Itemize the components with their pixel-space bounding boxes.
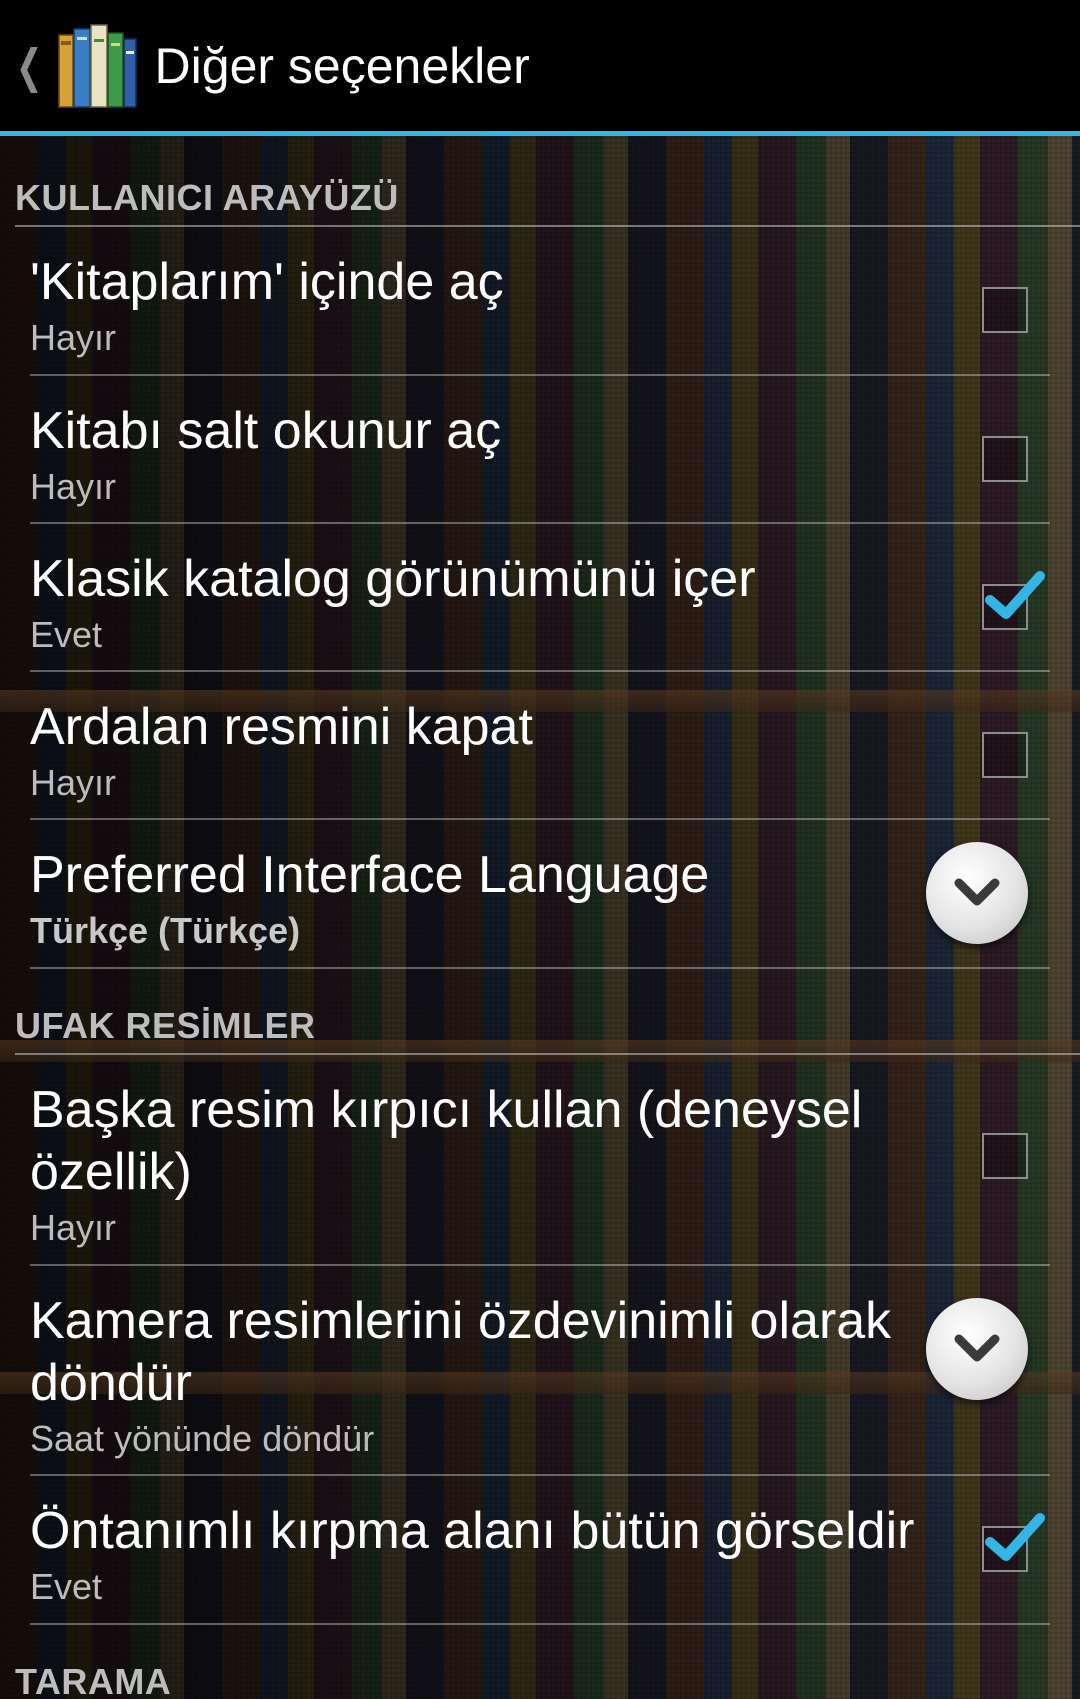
pref-title: Klasik katalog görünümünü içer	[30, 550, 756, 608]
category-user-interface: KULLANICI ARAYÜZÜ	[15, 141, 1080, 227]
category-title: TARAMA	[15, 1661, 172, 1699]
checkbox-unchecked[interactable]	[982, 732, 1028, 778]
pref-summary: Hayır	[30, 317, 117, 358]
pref-open-in-my-books[interactable]: 'Kitaplarım' içinde aç Hayır	[30, 227, 1050, 376]
action-bar-title: Diğer seçenekler	[154, 37, 530, 94]
check-mark-icon	[985, 571, 1045, 619]
check-mark-icon	[985, 1513, 1045, 1561]
action-bar: ❮ Diğer seçenekler	[0, 0, 1080, 136]
pref-summary: Hayır	[30, 1207, 117, 1248]
pref-alternative-image-cropper[interactable]: Başka resim kırpıcı kullan (deneysel öze…	[30, 1055, 1050, 1266]
category-scanning: TARAMA	[15, 1625, 1080, 1699]
chevron-down-icon	[954, 878, 1000, 906]
pref-title: Kamera resimlerini özdevinimli olarak dö…	[30, 1292, 892, 1412]
checkbox-checked[interactable]	[982, 571, 1045, 630]
chevron-down-icon	[954, 1334, 1000, 1362]
checkbox-unchecked[interactable]	[982, 287, 1028, 333]
pref-title: Ardalan resmini kapat	[30, 698, 533, 756]
pref-summary: Evet	[30, 614, 103, 655]
category-title: UFAK RESİMLER	[15, 1005, 316, 1046]
dropdown-button[interactable]	[926, 842, 1028, 944]
books-app-icon	[57, 23, 137, 108]
pref-title: Preferred Interface Language	[30, 846, 710, 904]
preference-list: KULLANICI ARAYÜZÜ 'Kitaplarım' içinde aç…	[0, 141, 1080, 1699]
dropdown-button[interactable]	[926, 1298, 1028, 1400]
pref-summary: Türkçe (Türkçe)	[30, 910, 301, 951]
pref-title: Başka resim kırpıcı kullan (deneysel öze…	[30, 1081, 863, 1201]
screen: ❮ Diğer seçenekler KULLANICI ARAYÜZÜ 'Ki…	[0, 0, 1080, 1699]
pref-title: 'Kitaplarım' içinde aç	[30, 253, 504, 311]
checkbox-checked[interactable]	[982, 1513, 1045, 1572]
pref-open-read-only[interactable]: Kitabı salt okunur aç Hayır	[30, 376, 1050, 524]
chevron-left-icon: ❮	[15, 38, 43, 93]
pref-summary: Hayır	[30, 762, 117, 803]
pref-classic-catalog-view[interactable]: Klasik katalog görünümünü içer Evet	[30, 524, 1050, 672]
pref-auto-rotate-camera-images[interactable]: Kamera resimlerini özdevinimli olarak dö…	[30, 1266, 1050, 1476]
pref-default-crop-full-image[interactable]: Öntanımlı kırpma alanı bütün görseldir E…	[30, 1476, 1050, 1625]
pref-summary: Evet	[30, 1566, 103, 1607]
pref-title: Öntanımlı kırpma alanı bütün görseldir	[30, 1502, 915, 1560]
pref-disable-background-image[interactable]: Ardalan resmini kapat Hayır	[30, 672, 1050, 820]
pref-summary: Hayır	[30, 466, 117, 507]
category-thumbnails: UFAK RESİMLER	[15, 969, 1080, 1055]
checkbox-unchecked[interactable]	[982, 1133, 1028, 1179]
checkbox-unchecked[interactable]	[982, 436, 1028, 482]
up-navigation-button[interactable]: ❮	[0, 0, 141, 131]
category-title: KULLANICI ARAYÜZÜ	[15, 177, 399, 218]
pref-title: Kitabı salt okunur aç	[30, 402, 502, 460]
pref-interface-language[interactable]: Preferred Interface Language Türkçe (Tür…	[30, 820, 1050, 969]
pref-summary: Saat yönünde döndür	[30, 1418, 375, 1459]
